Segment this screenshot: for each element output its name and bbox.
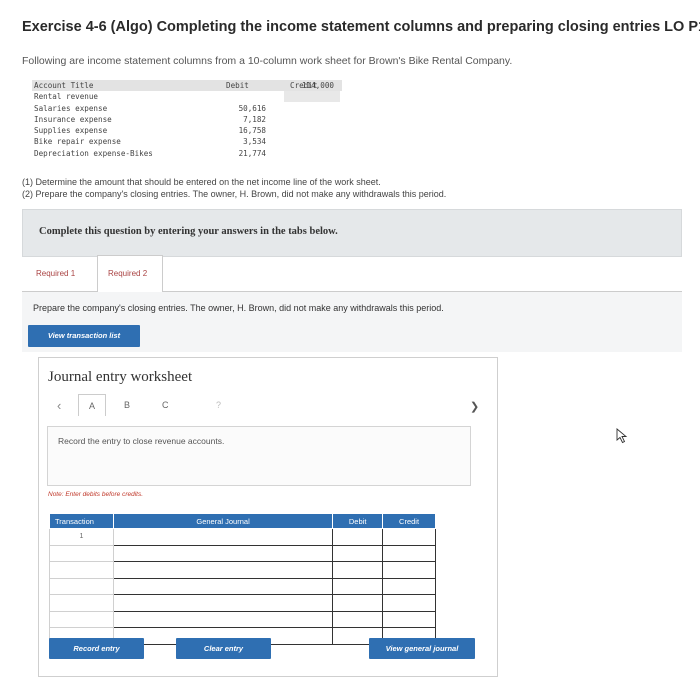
instruction-1: (1) Determine the amount that should be … — [22, 177, 381, 187]
worksheet-table: Account Title Debit Credit Rental revenu… — [32, 80, 342, 159]
instruction-2: (2) Prepare the company's closing entrie… — [22, 188, 447, 199]
view-general-journal-button[interactable]: View general journal — [369, 638, 475, 659]
debit-input[interactable] — [332, 610, 384, 628]
step-tab-c[interactable]: C — [162, 400, 169, 410]
debit-input[interactable] — [332, 577, 384, 595]
table-row — [49, 544, 436, 562]
page-title: Exercise 4-6 (Algo) Completing the incom… — [22, 19, 700, 35]
credit-input[interactable] — [382, 544, 436, 562]
worksheet-debit: 21,774 — [238, 148, 266, 158]
worksheet-row: Salaries expense 50,616 — [32, 103, 342, 114]
transaction-cell — [49, 544, 114, 562]
worksheet-account: Insurance expense — [34, 114, 112, 124]
debit-input[interactable] — [332, 561, 384, 579]
tab-required-1[interactable]: Required 1 — [30, 259, 90, 287]
worksheet-row: Supplies expense 16,758 — [32, 125, 342, 136]
chevron-left-icon[interactable]: ‹ — [57, 398, 61, 413]
worksheet-row: Bike repair expense 3,534 — [32, 136, 342, 147]
transaction-cell — [49, 610, 114, 628]
worksheet-account: Bike repair expense — [34, 137, 121, 147]
view-transaction-list-button[interactable]: View transaction list — [28, 325, 140, 347]
intro-text: Following are income statement columns f… — [22, 55, 513, 67]
record-instruction-box: Record the entry to close revenue accoun… — [47, 426, 471, 486]
credit-input[interactable] — [382, 594, 436, 612]
worksheet-header-debit: Debit — [226, 81, 249, 90]
worksheet-account: Rental revenue — [34, 92, 99, 102]
complete-banner: Complete this question by entering your … — [22, 209, 682, 257]
col-credit: Credit — [382, 513, 436, 529]
account-input[interactable] — [112, 528, 334, 546]
credit-input[interactable] — [382, 610, 436, 628]
instructions: (1) Determine the amount that should be … — [22, 177, 446, 200]
step-unknown: ? — [216, 400, 222, 410]
account-input[interactable] — [112, 561, 334, 579]
worksheet-debit: 7,182 — [243, 114, 266, 124]
col-transaction: Transaction — [49, 513, 114, 529]
step-tab-a[interactable]: A — [78, 394, 106, 416]
journal-entry-table: Transaction General Journal Debit Credit… — [49, 513, 436, 645]
journal-entry-title: Journal entry worksheet — [48, 369, 193, 385]
transaction-cell — [49, 577, 114, 595]
worksheet-debit: 16,758 — [238, 126, 266, 136]
account-input[interactable] — [112, 610, 334, 628]
transaction-cell: 1 — [49, 528, 114, 546]
tab-required-2[interactable]: Required 2 — [97, 255, 163, 292]
debit-input[interactable] — [332, 528, 384, 546]
col-debit: Debit — [332, 513, 384, 529]
clear-entry-button[interactable]: Clear entry — [176, 638, 271, 659]
worksheet-account: Salaries expense — [34, 103, 108, 113]
transaction-cell — [49, 561, 114, 579]
credit-input[interactable] — [382, 577, 436, 595]
credit-input[interactable] — [382, 561, 436, 579]
worksheet-debit: 3,534 — [243, 137, 266, 147]
complete-banner-text: Complete this question by entering your … — [39, 226, 338, 237]
record-instruction-text: Record the entry to close revenue accoun… — [58, 436, 225, 446]
table-row — [49, 561, 436, 579]
debit-input[interactable] — [332, 544, 384, 562]
worksheet-row: Insurance expense 7,182 — [32, 114, 342, 125]
debit-input[interactable] — [332, 594, 384, 612]
worksheet-credit: 114,000 — [301, 81, 334, 91]
table-row — [49, 610, 436, 628]
worksheet-account: Supplies expense — [34, 126, 108, 136]
transaction-cell — [49, 594, 114, 612]
worksheet-header-account: Account Title — [34, 81, 94, 90]
debits-credits-note: Note: Enter debits before credits. — [48, 491, 144, 498]
account-input[interactable] — [112, 594, 334, 612]
worksheet-row: Depreciation expense-Bikes 21,774 — [32, 148, 342, 159]
worksheet-row: Rental revenue 114,000 — [32, 81, 342, 102]
account-input[interactable] — [112, 544, 334, 562]
prepare-instruction: Prepare the company's closing entries. T… — [33, 303, 444, 313]
record-entry-button[interactable]: Record entry — [49, 638, 144, 659]
credit-input[interactable] — [382, 528, 436, 546]
table-row — [49, 577, 436, 595]
worksheet-account: Depreciation expense-Bikes — [34, 148, 153, 158]
col-general-journal: General Journal — [112, 513, 334, 529]
chevron-right-icon[interactable]: ❯ — [470, 400, 479, 413]
step-tab-b[interactable]: B — [124, 400, 130, 410]
mouse-pointer-icon — [616, 428, 628, 444]
table-row: 1 — [49, 528, 436, 546]
table-row — [49, 594, 436, 612]
account-input[interactable] — [112, 577, 334, 595]
worksheet-debit: 50,616 — [238, 103, 266, 113]
